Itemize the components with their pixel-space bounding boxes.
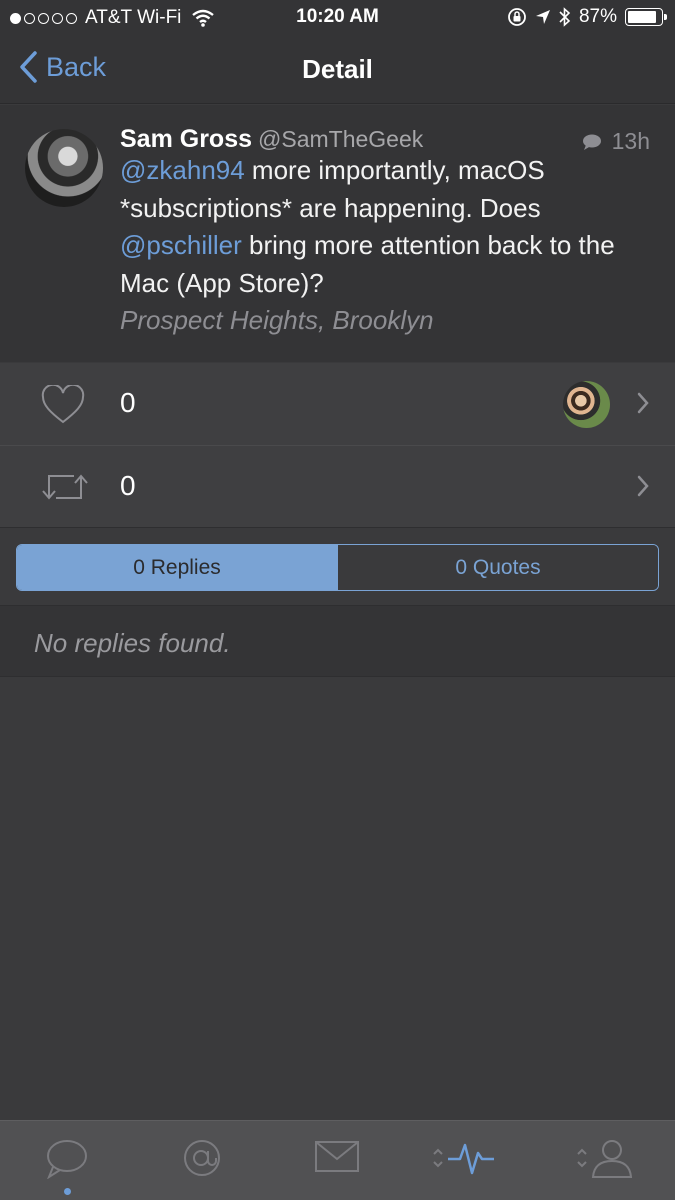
- activity-icon: [433, 1143, 494, 1175]
- empty-state-text: No replies found.: [34, 628, 231, 658]
- tweet-text: @zkahn94 more importantly, macOS *subscr…: [120, 152, 650, 302]
- tweet-location[interactable]: Prospect Heights, Brooklyn: [120, 305, 434, 336]
- segment-area: 0 Replies 0 Quotes: [0, 527, 675, 605]
- likes-count: 0: [120, 387, 136, 418]
- chevron-right-icon: [637, 475, 649, 497]
- heart-icon: [41, 385, 85, 424]
- messages-icon: [315, 1141, 359, 1172]
- orientation-lock-icon: [508, 8, 526, 26]
- chevron-right-icon: [637, 392, 649, 414]
- author-avatar[interactable]: [25, 129, 103, 207]
- tab-bar: [0, 1120, 675, 1200]
- mention-link[interactable]: @zkahn94: [120, 155, 245, 185]
- page-title: Detail: [302, 54, 373, 84]
- location-arrow-icon: [535, 10, 550, 24]
- tab-profile[interactable]: [570, 1137, 640, 1187]
- battery-icon: [625, 8, 667, 26]
- active-tab-indicator: [64, 1188, 71, 1195]
- author-handle[interactable]: @SamTheGeek: [258, 126, 423, 152]
- liker-avatar[interactable]: [563, 381, 610, 428]
- replies-quotes-segmented-control: 0 Replies 0 Quotes: [16, 544, 659, 591]
- likes-row[interactable]: 0: [0, 363, 675, 445]
- retweets-count: 0: [120, 470, 136, 501]
- mention-link[interactable]: @pschiller: [120, 230, 242, 260]
- navigation-bar: Back Detail: [0, 36, 675, 104]
- retweet-icon: [42, 474, 88, 500]
- tab-mentions[interactable]: [167, 1137, 237, 1187]
- battery-percent: 87%: [578, 6, 617, 27]
- empty-state: No replies found.: [0, 605, 675, 677]
- tweet-age: 13h: [611, 128, 650, 154]
- replies-segment[interactable]: 0 Replies: [17, 545, 337, 590]
- status-right: 87%: [507, 6, 667, 28]
- tab-timeline[interactable]: [32, 1137, 102, 1187]
- tab-activity[interactable]: [430, 1137, 500, 1187]
- tab-messages[interactable]: [302, 1137, 372, 1187]
- quotes-segment[interactable]: 0 Quotes: [337, 545, 658, 590]
- timeline-icon: [47, 1140, 87, 1179]
- author-name[interactable]: Sam Gross: [120, 125, 252, 153]
- profile-icon: [577, 1140, 633, 1178]
- status-bar: AT&T Wi-Fi 10:20 AM 87%: [0, 0, 675, 36]
- retweets-row[interactable]: 0: [0, 445, 675, 527]
- conversation-bubble-icon: [582, 134, 601, 150]
- tweet-detail: Sam Gross @SamTheGeek 13h @zkahn94 more i…: [0, 105, 675, 362]
- tweet-time: 13h: [582, 128, 650, 155]
- bluetooth-icon: [559, 7, 571, 27]
- mentions-icon: [184, 1140, 220, 1176]
